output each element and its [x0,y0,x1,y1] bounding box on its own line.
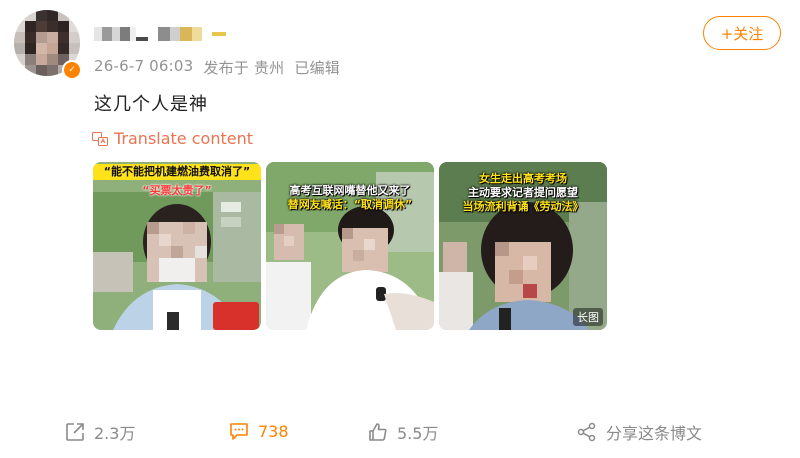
like-button[interactable]: 5.5万 [367,420,438,444]
image-1-caption-sub: “买票太贵了” [142,184,212,197]
post-image-3[interactable]: 女生走出高考考场 主动要求记者提问愿望 当场流利背诵《劳动法》 长图 [439,162,607,330]
long-image-badge: 长图 [573,308,603,326]
like-count: 5.5万 [397,424,439,443]
image-3-caption-line2: 主动要求记者提问愿望 [468,186,578,199]
post-text: 这几个人是神 [94,94,208,115]
share-icon [577,422,596,442]
translate-label: Translate content [114,129,253,148]
repost-button[interactable]: 2.3万 [64,420,135,444]
repost-count: 2.3万 [94,424,136,443]
comment-button[interactable]: 738 [228,420,289,442]
image-2-caption-line2: 替网友喊话：“取消调休” [287,198,413,211]
image-1-caption-top: “能不能把机建燃油费取消了” [93,164,261,180]
image-3-caption-line1: 女生走出高考考场 [479,172,567,185]
comment-count: 738 [258,421,289,441]
verified-badge-icon: ✓ [62,60,82,80]
post-image-2[interactable]: 高考互联网嘴替他又来了 替网友喊话：“取消调休” [266,162,434,330]
thumbs-up-icon [369,423,387,441]
username-redacted[interactable] [94,24,226,44]
image-2-caption-line1: 高考互联网嘴替他又来了 [289,184,411,197]
translate-link[interactable]: Translate content [92,129,253,148]
action-bar: 2.3万 738 5.5万 分享这条博文 [0,420,800,448]
post-edited-label[interactable]: 已编辑 [294,57,340,78]
comment-icon [230,423,248,440]
translate-icon [92,131,108,146]
post-timestamp[interactable]: 26-6-7 06:03 [94,57,193,78]
follow-button[interactable]: +关注 [703,16,781,50]
share-post-label: 分享这条博文 [606,424,703,443]
post-location: 发布于 贵州 [203,59,285,77]
repost-icon [66,423,84,441]
post-images: “能不能把机建燃油费取消了” “买票太贵了” 高考互联网嘴替他又来了 替网友喊话… [93,162,607,330]
post-image-1[interactable]: “能不能把机建燃油费取消了” “买票太贵了” [93,162,261,330]
image-3-caption-line3: 当场流利背诵《劳动法》 [462,200,584,213]
share-post-button[interactable]: 分享这条博文 [576,420,702,444]
post-meta: 26-6-7 06:03 发布于 贵州 已编辑 [94,57,340,78]
